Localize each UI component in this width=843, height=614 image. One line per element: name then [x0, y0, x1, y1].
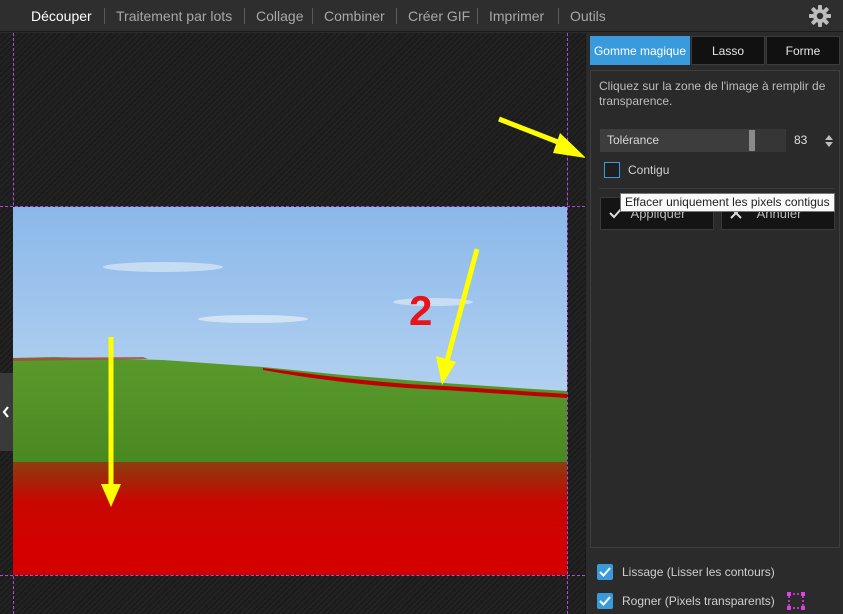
contiguous-tooltip: Effacer uniquement les pixels contigus [620, 193, 835, 212]
magic-eraser-options: Cliquez sur la zone de l'image à remplir… [590, 70, 840, 548]
menu-outils[interactable]: Outils [570, 0, 606, 32]
crop-guide-bottom [0, 575, 585, 576]
chevron-left-icon [2, 406, 9, 418]
instruction-text: Cliquez sur la zone de l'image à remplir… [599, 79, 826, 108]
menu-separator [244, 8, 245, 24]
image-canvas[interactable]: 2 [0, 33, 585, 614]
crop-guide-right [567, 33, 568, 614]
checkmark-icon [599, 567, 611, 577]
tab-lasso[interactable]: Lasso [691, 36, 765, 65]
tolerance-slider[interactable]: Tolérance [600, 129, 786, 152]
menu-decouper[interactable]: Découper [31, 0, 92, 32]
tool-panel: Gomme magique Lasso Forme Cliquez sur la… [585, 33, 843, 614]
crop-frame-icon [787, 592, 805, 610]
smoothing-label: Lissage (Lisser les contours) [622, 565, 775, 579]
crop-transparent-label: Rogner (Pixels transparents) [622, 594, 775, 608]
spinner-arrows-icon[interactable] [824, 133, 834, 149]
menu-separator [396, 8, 397, 24]
crop-transparent-checkbox[interactable] [597, 593, 613, 609]
menu-creer-gif[interactable]: Créer GIF [408, 0, 470, 32]
menu-separator [477, 8, 478, 24]
checkmark-icon [599, 596, 611, 606]
top-menu-bar: Découper Traitement par lots Collage Com… [0, 0, 843, 32]
tolerance-slider-handle[interactable] [749, 130, 755, 151]
menu-separator [104, 8, 105, 24]
tolerance-label: Tolérance [607, 133, 660, 147]
arrowhead-icon [553, 133, 585, 158]
tab-forme[interactable]: Forme [766, 36, 840, 65]
tolerance-value[interactable]: 83 [794, 129, 807, 152]
divider [599, 188, 835, 189]
contiguous-label: Contigu [628, 163, 670, 177]
menu-collage[interactable]: Collage [256, 0, 303, 32]
gear-icon[interactable] [808, 4, 832, 28]
smoothing-checkbox[interactable] [597, 564, 613, 580]
landscape-photo [13, 207, 567, 575]
contiguous-checkbox[interactable] [604, 162, 620, 178]
tool-tabs: Gomme magique Lasso Forme [590, 36, 840, 65]
yellow-arrow [498, 116, 569, 149]
menu-imprimer[interactable]: Imprimer [489, 0, 544, 32]
tab-gomme-magique[interactable]: Gomme magique [590, 36, 690, 65]
tolerance-fill [755, 129, 786, 152]
menu-combiner[interactable]: Combiner [324, 0, 385, 32]
menu-separator [558, 8, 559, 24]
collapse-panel-toggle[interactable] [0, 373, 13, 451]
menu-traitement-par-lots[interactable]: Traitement par lots [116, 0, 232, 32]
menu-separator [312, 8, 313, 24]
